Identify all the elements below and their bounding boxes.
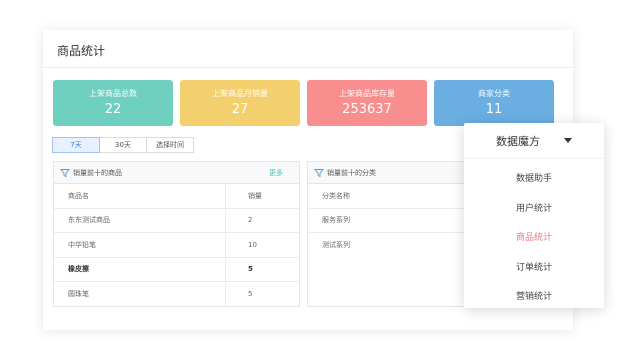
- product-name: 橡皮擦: [54, 257, 226, 281]
- stat-label: 上架商品总数: [89, 89, 137, 98]
- product-sales: 5: [248, 265, 253, 274]
- tab-select-time[interactable]: 选择时间: [146, 137, 194, 153]
- caret-down-icon: [564, 138, 572, 143]
- tab-7-days[interactable]: 7天: [52, 137, 100, 153]
- top-products-panel: 销量前十的商品 更多 商品名 销量 东东测试商品 2 中华铅笔 10 橡皮擦 5…: [53, 161, 300, 307]
- panel-title: 销量前十的分类: [327, 168, 376, 177]
- product-sales: 10: [248, 240, 257, 249]
- divider: [43, 67, 573, 68]
- column-header: 分类名称: [322, 191, 350, 200]
- stat-label: 上架商品月销量: [212, 89, 268, 98]
- table-row[interactable]: 东东测试商品 2: [54, 208, 299, 233]
- category-name: 测试系列: [322, 241, 350, 250]
- filter-icon: [60, 168, 70, 177]
- stat-value: 22: [104, 102, 122, 117]
- product-name: 东东测试商品: [54, 208, 226, 232]
- table-row[interactable]: 圆珠笔 5: [54, 282, 299, 307]
- menu-item-user-stats[interactable]: 用户统计: [464, 193, 604, 223]
- table-row[interactable]: 中华铅笔 10: [54, 233, 299, 258]
- menu-item-product-stats[interactable]: 商品统计: [464, 222, 604, 252]
- stat-value: 11: [485, 102, 503, 117]
- card-title: 商品统计: [57, 44, 106, 58]
- stat-label: 商家分类: [478, 89, 510, 98]
- data-cube-dropdown: 数据魔方 数据助手 用户统计 商品统计 订单统计 营销统计: [464, 123, 604, 308]
- dropdown-title: 数据魔方: [496, 134, 540, 148]
- stat-value: 27: [231, 102, 249, 117]
- stat-merchant-categories: 商家分类 11: [434, 80, 554, 126]
- panel-title: 销量前十的商品: [73, 168, 122, 177]
- menu-item-order-stats[interactable]: 订单统计: [464, 252, 604, 282]
- stat-total-products: 上架商品总数 22: [53, 80, 173, 126]
- menu-item-marketing-stats[interactable]: 营销统计: [464, 281, 604, 311]
- stat-value: 253637: [342, 102, 392, 117]
- stat-label: 上架商品库存量: [339, 89, 395, 98]
- product-name: 中华铅笔: [54, 233, 226, 257]
- menu-item-data-assistant[interactable]: 数据助手: [464, 163, 604, 193]
- filter-icon: [314, 168, 324, 177]
- tab-30-days[interactable]: 30天: [99, 137, 147, 153]
- more-link[interactable]: 更多: [269, 168, 283, 178]
- product-name: 圆珠笔: [54, 282, 226, 307]
- table-row[interactable]: 橡皮擦 5: [54, 257, 299, 282]
- table-header-row: 商品名 销量: [54, 184, 299, 209]
- stat-inventory: 上架商品库存量 253637: [307, 80, 427, 126]
- dropdown-toggle[interactable]: 数据魔方: [464, 123, 604, 159]
- column-header: 销量: [248, 191, 262, 200]
- dropdown-menu: 数据助手 用户统计 商品统计 订单统计 营销统计: [464, 159, 604, 311]
- product-sales: 5: [248, 290, 253, 299]
- panel-header: 销量前十的商品 更多: [54, 162, 299, 184]
- category-name: 服务系列: [322, 216, 350, 225]
- date-range-tabs: 7天 30天 选择时间: [52, 137, 194, 153]
- column-header: 商品名: [54, 184, 226, 208]
- product-sales: 2: [248, 216, 253, 225]
- stat-monthly-sales: 上架商品月销量 27: [180, 80, 300, 126]
